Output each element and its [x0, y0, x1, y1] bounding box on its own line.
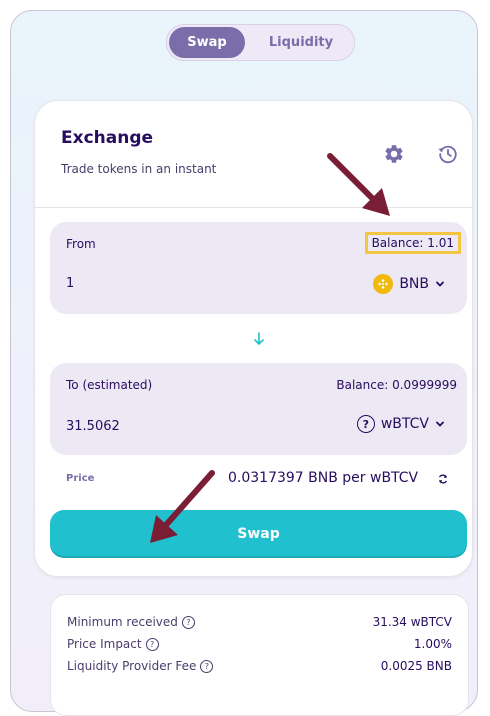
min-received-row: Minimum received? 31.34 wBTCV: [67, 615, 452, 629]
price-impact-label: Price Impact: [67, 637, 142, 651]
lp-fee-value: 0.0025 BNB: [380, 659, 452, 673]
page-subtitle: Trade tokens in an instant: [61, 162, 217, 176]
from-balance: Balance: 1.01: [364, 232, 461, 254]
price-impact-row: Price Impact? 1.00%: [67, 637, 452, 651]
from-amount-input[interactable]: [66, 276, 206, 291]
price-label: Price: [66, 473, 95, 484]
from-token-select[interactable]: BNB: [373, 274, 445, 294]
from-panel: From Balance: 1.01 BNB: [50, 222, 467, 314]
trade-summary: Minimum received? 31.34 wBTCV Price Impa…: [50, 594, 469, 716]
bnb-logo-icon: [373, 274, 394, 294]
from-token-label: BNB: [399, 276, 429, 292]
price-impact-value: 1.00%: [413, 637, 452, 651]
to-balance: Balance: 0.0999999: [336, 378, 457, 392]
lp-fee-row: Liquidity Provider Fee? 0.0025 BNB: [67, 659, 452, 673]
swap-button[interactable]: Swap: [50, 510, 467, 558]
lp-fee-label: Liquidity Provider Fee: [67, 659, 197, 673]
refresh-icon[interactable]: [437, 473, 449, 485]
page-title: Exchange: [61, 128, 154, 148]
help-icon[interactable]: ?: [145, 638, 159, 651]
to-token-select[interactable]: ? wBTCV: [356, 415, 445, 433]
min-received-value: 31.34 wBTCV: [372, 615, 452, 629]
question-circle-icon: ?: [356, 415, 375, 433]
to-token-label: wBTCV: [380, 416, 429, 432]
price-value: 0.0317397 BNB per wBTCV: [228, 470, 419, 486]
gear-icon[interactable]: [383, 143, 405, 165]
arrow-down-icon[interactable]: [252, 330, 266, 348]
tab-liquidity[interactable]: Liquidity: [253, 27, 349, 58]
chevron-down-icon: [436, 421, 444, 427]
help-icon[interactable]: ?: [200, 660, 214, 673]
tab-swap[interactable]: Swap: [169, 27, 245, 58]
swap-liquidity-toggle: Swap Liquidity: [166, 24, 355, 61]
chevron-down-icon: [436, 281, 444, 287]
from-label: From: [66, 237, 96, 251]
to-amount-input[interactable]: [66, 419, 206, 434]
to-label: To (estimated): [66, 378, 153, 392]
min-received-label: Minimum received: [67, 615, 178, 629]
help-icon[interactable]: ?: [181, 616, 195, 629]
history-icon[interactable]: [437, 143, 459, 165]
to-panel: To (estimated) Balance: 0.0999999 ? wBTC…: [50, 363, 467, 455]
card-header: Exchange Trade tokens in an instant: [35, 101, 472, 208]
